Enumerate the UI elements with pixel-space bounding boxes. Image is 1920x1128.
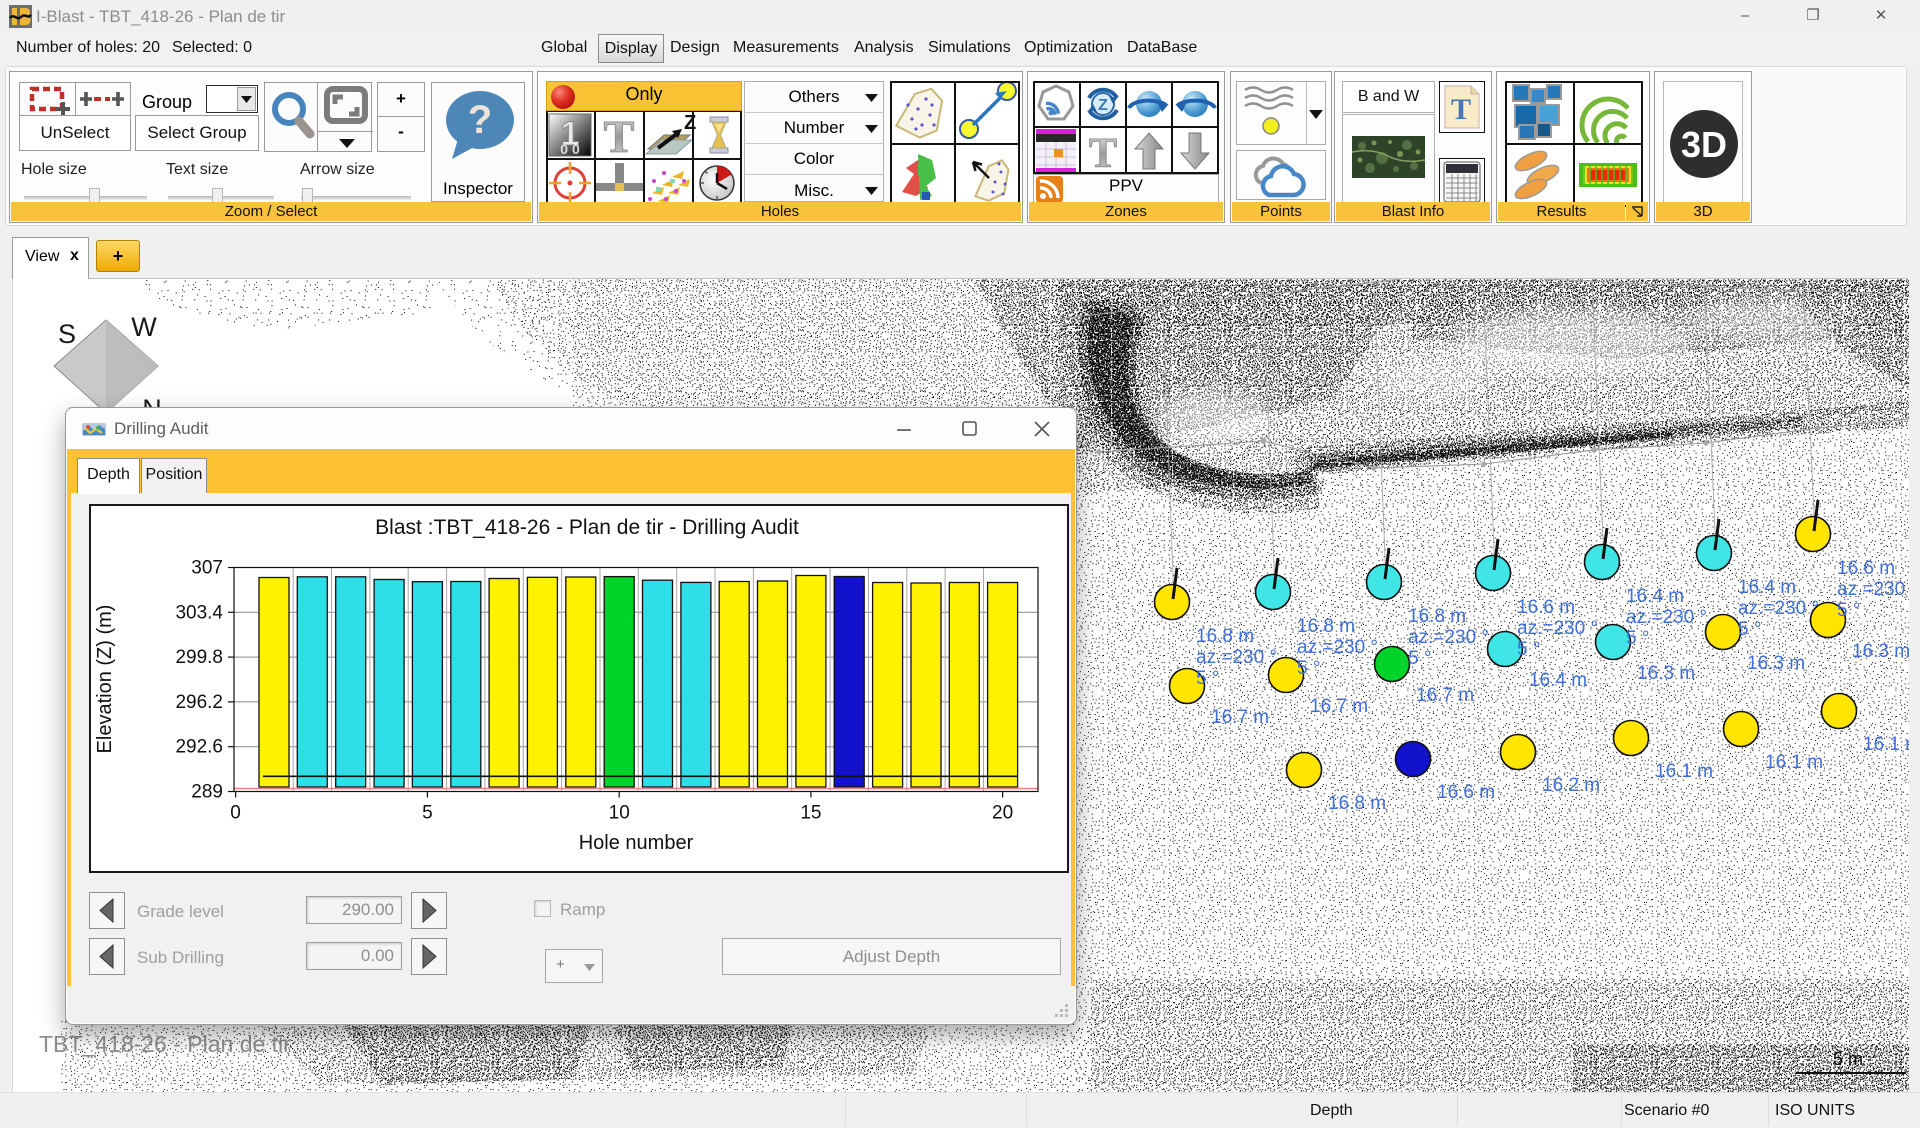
svg-text:292.6: 292.6 <box>175 737 223 758</box>
svg-text:3D: 3D <box>1681 124 1727 165</box>
svg-text:16.8 m: 16.8 m <box>1196 626 1254 647</box>
svg-text:Blast :TBT_418-26 - Plan de ti: Blast :TBT_418-26 - Plan de tir - Drilli… <box>375 516 799 539</box>
svg-text:289: 289 <box>191 782 223 803</box>
svg-text:5 °: 5 ° <box>1738 619 1761 640</box>
svg-text:0: 0 <box>230 803 241 824</box>
svg-text:T: T <box>1089 131 1117 174</box>
svg-text:Elevation (Z) (m): Elevation (Z) (m) <box>94 605 116 754</box>
svg-text:16.3 m: 16.3 m <box>1747 653 1805 674</box>
svg-text:20: 20 <box>992 803 1013 824</box>
svg-text:16.6 m: 16.6 m <box>1837 558 1895 579</box>
svg-text:W: W <box>131 312 157 342</box>
svg-text:16.8 m: 16.8 m <box>1297 616 1355 637</box>
svg-text:16.7 m: 16.7 m <box>1416 685 1474 706</box>
svg-text:az.=230 °: az.=230 ° <box>1297 637 1378 658</box>
svg-text:16.4 m: 16.4 m <box>1626 586 1684 607</box>
svg-text:16.4 m: 16.4 m <box>1738 577 1796 598</box>
svg-text:5 °: 5 ° <box>1408 648 1431 669</box>
svg-text:5: 5 <box>422 803 433 824</box>
svg-text:16.6 m: 16.6 m <box>1517 597 1575 618</box>
svg-text:16.3 m: 16.3 m <box>1637 663 1695 684</box>
svg-text:307: 307 <box>191 558 223 579</box>
svg-text:5 °: 5 ° <box>1626 628 1649 649</box>
svg-text:0 0: 0 0 <box>560 141 580 157</box>
svg-text:TBT_418-26 - Plan de tir: TBT_418-26 - Plan de tir <box>39 1031 291 1057</box>
svg-text:16.8 m: 16.8 m <box>1328 793 1386 814</box>
svg-text:az.=230 °: az.=230 ° <box>1738 598 1819 619</box>
svg-text:az.=230 °: az.=230 ° <box>1196 647 1277 668</box>
svg-text:T: T <box>1451 93 1471 126</box>
svg-text:az.=230 °: az.=230 ° <box>1517 618 1598 639</box>
svg-text:Hole number: Hole number <box>579 832 694 854</box>
svg-text:5 m: 5 m <box>1833 1049 1863 1069</box>
svg-text:az.=230 °: az.=230 ° <box>1626 607 1707 628</box>
svg-text:16.4 m: 16.4 m <box>1529 670 1587 691</box>
svg-text:Z: Z <box>684 112 696 134</box>
svg-text:16.3 m: 16.3 m <box>1852 641 1909 662</box>
svg-text:15: 15 <box>800 803 821 824</box>
svg-text:299.8: 299.8 <box>175 647 223 668</box>
svg-text:5 °: 5 ° <box>1196 668 1219 689</box>
svg-text:az.=230 °: az.=230 ° <box>1837 579 1909 600</box>
svg-text:5 °: 5 ° <box>1837 600 1860 621</box>
svg-text:az.=230 °: az.=230 ° <box>1408 627 1489 648</box>
svg-text:16.6 m: 16.6 m <box>1437 782 1495 803</box>
svg-text:296.2: 296.2 <box>175 692 223 713</box>
svg-text:T: T <box>604 111 635 162</box>
svg-text:16.1 m: 16.1 m <box>1655 761 1713 782</box>
svg-text:16.1 m: 16.1 m <box>1765 752 1823 773</box>
svg-text:16.7 m: 16.7 m <box>1211 707 1269 728</box>
svg-text:16.1 m: 16.1 m <box>1863 734 1909 755</box>
svg-text:S: S <box>58 319 76 349</box>
svg-text:5 °: 5 ° <box>1297 658 1320 679</box>
svg-text:303.4: 303.4 <box>175 602 223 623</box>
svg-text:16.8 m: 16.8 m <box>1408 606 1466 627</box>
svg-text:Z: Z <box>1098 97 1108 114</box>
svg-text:16.7 m: 16.7 m <box>1310 696 1368 717</box>
svg-text:5 °: 5 ° <box>1517 639 1540 660</box>
svg-text:?: ? <box>468 98 492 142</box>
svg-text:16.2 m: 16.2 m <box>1542 775 1600 796</box>
svg-text:10: 10 <box>609 803 630 824</box>
